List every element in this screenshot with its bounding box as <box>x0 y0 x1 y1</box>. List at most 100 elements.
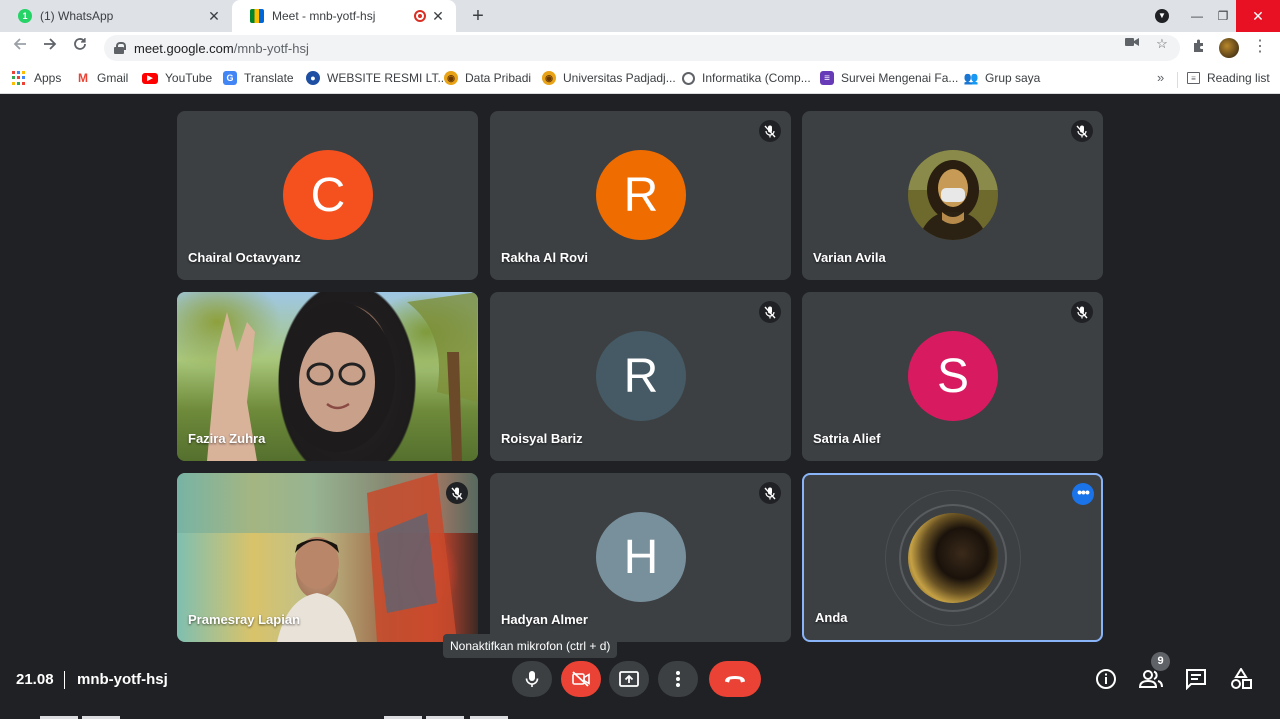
tab-close-icon[interactable]: ✕ <box>430 8 446 24</box>
participant-avatar: R <box>596 150 686 240</box>
more-options-button[interactable] <box>658 661 698 697</box>
bookmark-translate[interactable]: G Translate <box>223 71 294 85</box>
mic-off-icon <box>759 482 781 504</box>
more-options-icon[interactable]: ••• <box>1072 483 1094 505</box>
bookmark-grup-saya[interactable]: 👥 Grup saya <box>963 71 1041 85</box>
participant-name: Varian Avila <box>813 250 886 265</box>
unpad-logo-icon: ◉ <box>444 71 458 85</box>
globe-icon <box>682 71 695 85</box>
bookmark-label: Translate <box>244 71 294 85</box>
meeting-code: mnb-yotf-hsj <box>77 671 168 688</box>
website-globe-icon: ● <box>306 71 320 85</box>
more-vert-icon <box>676 671 680 687</box>
mic-off-icon <box>759 120 781 142</box>
bookmark-youtube[interactable]: ▶ YouTube <box>142 71 212 85</box>
participant-name: Hadyan Almer <box>501 612 588 627</box>
bookmark-survei[interactable]: ≡ Survei Mengenai Fa... <box>820 71 958 85</box>
url-text: meet.google.com/mnb-yotf-hsj <box>134 41 309 56</box>
mic-off-icon <box>759 301 781 323</box>
mic-off-icon <box>1071 301 1093 323</box>
self-photo-avatar <box>908 513 998 603</box>
present-screen-button[interactable] <box>609 661 649 697</box>
participant-name: Roisyal Bariz <box>501 431 583 446</box>
tab-close-icon[interactable]: ✕ <box>206 8 222 24</box>
microphone-icon <box>525 671 539 687</box>
self-participant-tile[interactable]: ••• Anda <box>802 473 1103 642</box>
bookmark-apps[interactable]: Apps <box>12 71 61 85</box>
profile-avatar[interactable] <box>1219 38 1239 58</box>
minimize-button[interactable]: — <box>1184 0 1210 32</box>
bookmark-label: YouTube <box>165 71 213 85</box>
apps-grid-icon <box>12 71 26 85</box>
tab-meet-label: Meet - mnb-yotf-hsj <box>272 9 376 23</box>
mic-off-icon <box>446 482 468 504</box>
meeting-info-divider <box>64 671 65 689</box>
close-window-button[interactable]: ✕ <box>1236 0 1280 32</box>
people-icon <box>1139 670 1163 688</box>
google-forms-icon: ≡ <box>820 71 834 85</box>
reading-list-button[interactable]: ≡ Reading list <box>1187 71 1270 85</box>
bookmark-label: WEBSITE RESMI LT... <box>327 71 448 85</box>
chat-button[interactable] <box>1184 667 1208 691</box>
google-meet-icon <box>250 9 264 23</box>
camera-button[interactable] <box>561 661 601 697</box>
camera-off-icon <box>572 671 590 687</box>
extensions-icon[interactable] <box>1189 38 1209 57</box>
bookmark-label: Grup saya <box>985 71 1041 85</box>
participant-tile[interactable]: C Chairal Octavyanz <box>177 111 478 280</box>
browser-tabstrip: 1 (1) WhatsApp ✕ Meet - mnb-yotf-hsj ✕ +… <box>0 0 1280 32</box>
participant-tile[interactable]: H Hadyan Almer <box>490 473 791 642</box>
participant-name: Chairal Octavyanz <box>188 250 301 265</box>
bookmark-label: Data Pribadi <box>465 71 532 85</box>
participant-name: Anda <box>815 610 848 625</box>
tab-whatsapp-label: (1) WhatsApp <box>40 9 114 23</box>
tab-meet[interactable]: Meet - mnb-yotf-hsj ✕ <box>232 0 456 32</box>
back-button[interactable] <box>8 36 32 60</box>
bookmark-data-pribadi[interactable]: ◉ Data Pribadi <box>444 71 531 85</box>
bookmark-star-icon[interactable]: ☆ <box>1152 36 1172 52</box>
bookmark-website-resmi[interactable]: ● WEBSITE RESMI LT... <box>306 71 447 85</box>
restore-button[interactable]: ❐ <box>1210 0 1236 32</box>
bookmark-gmail[interactable]: M Gmail <box>76 71 128 85</box>
microphone-button[interactable] <box>512 661 552 697</box>
bookmark-informatika[interactable]: Informatika (Comp... <box>682 71 811 85</box>
reload-icon <box>74 38 86 50</box>
participant-tile[interactable]: Pramesray Lapian <box>177 473 478 642</box>
bookmark-label: Informatika (Comp... <box>702 71 811 85</box>
info-icon <box>1096 669 1116 689</box>
bookmark-universitas[interactable]: ◉ Universitas Padjadj... <box>542 71 676 85</box>
tab-whatsapp[interactable]: 1 (1) WhatsApp ✕ <box>0 0 232 32</box>
meeting-time: 21.08 <box>16 671 54 688</box>
chat-icon <box>1186 669 1206 690</box>
participant-tile[interactable]: Fazira Zuhra <box>177 292 478 461</box>
camera-in-use-icon[interactable] <box>1122 36 1142 51</box>
activities-button[interactable] <box>1229 667 1253 691</box>
browser-toolbar: meet.google.com/mnb-yotf-hsj ☆ ⋮ <box>0 32 1280 64</box>
new-tab-button[interactable]: + <box>466 4 490 28</box>
url-path: /mnb-yotf-hsj <box>233 40 309 56</box>
participant-tile[interactable]: R Rakha Al Rovi <box>490 111 791 280</box>
participant-name: Pramesray Lapian <box>188 612 301 627</box>
participant-tile[interactable]: Varian Avila <box>802 111 1103 280</box>
leave-call-button[interactable] <box>709 661 761 697</box>
bookmark-label: Universitas Padjadj... <box>563 71 676 85</box>
gmail-icon: M <box>78 71 88 85</box>
bookmark-label: Survei Mengenai Fa... <box>841 71 959 85</box>
reload-button[interactable] <box>68 36 92 60</box>
participant-tile[interactable]: S Satria Alief <box>802 292 1103 461</box>
arrow-right-icon <box>44 38 57 50</box>
participant-tile[interactable]: R Roisyal Bariz <box>490 292 791 461</box>
bookmark-label: Apps <box>34 71 62 85</box>
meeting-details-button[interactable] <box>1094 667 1118 691</box>
participant-count-badge: 9 <box>1151 652 1170 671</box>
groups-icon: 👥 <box>963 71 979 85</box>
participant-name: Fazira Zuhra <box>188 431 266 446</box>
browser-menu-icon[interactable]: ⋮ <box>1252 38 1268 56</box>
participant-avatar: S <box>908 331 998 421</box>
forward-button[interactable] <box>38 36 62 60</box>
lock-icon <box>114 42 126 54</box>
bookmarks-overflow-button[interactable]: » <box>1157 70 1164 85</box>
address-bar[interactable]: meet.google.com/mnb-yotf-hsj <box>104 35 1180 61</box>
reading-list-label: Reading list <box>1207 71 1270 85</box>
tab-search-button[interactable]: ▼ <box>1150 0 1174 32</box>
